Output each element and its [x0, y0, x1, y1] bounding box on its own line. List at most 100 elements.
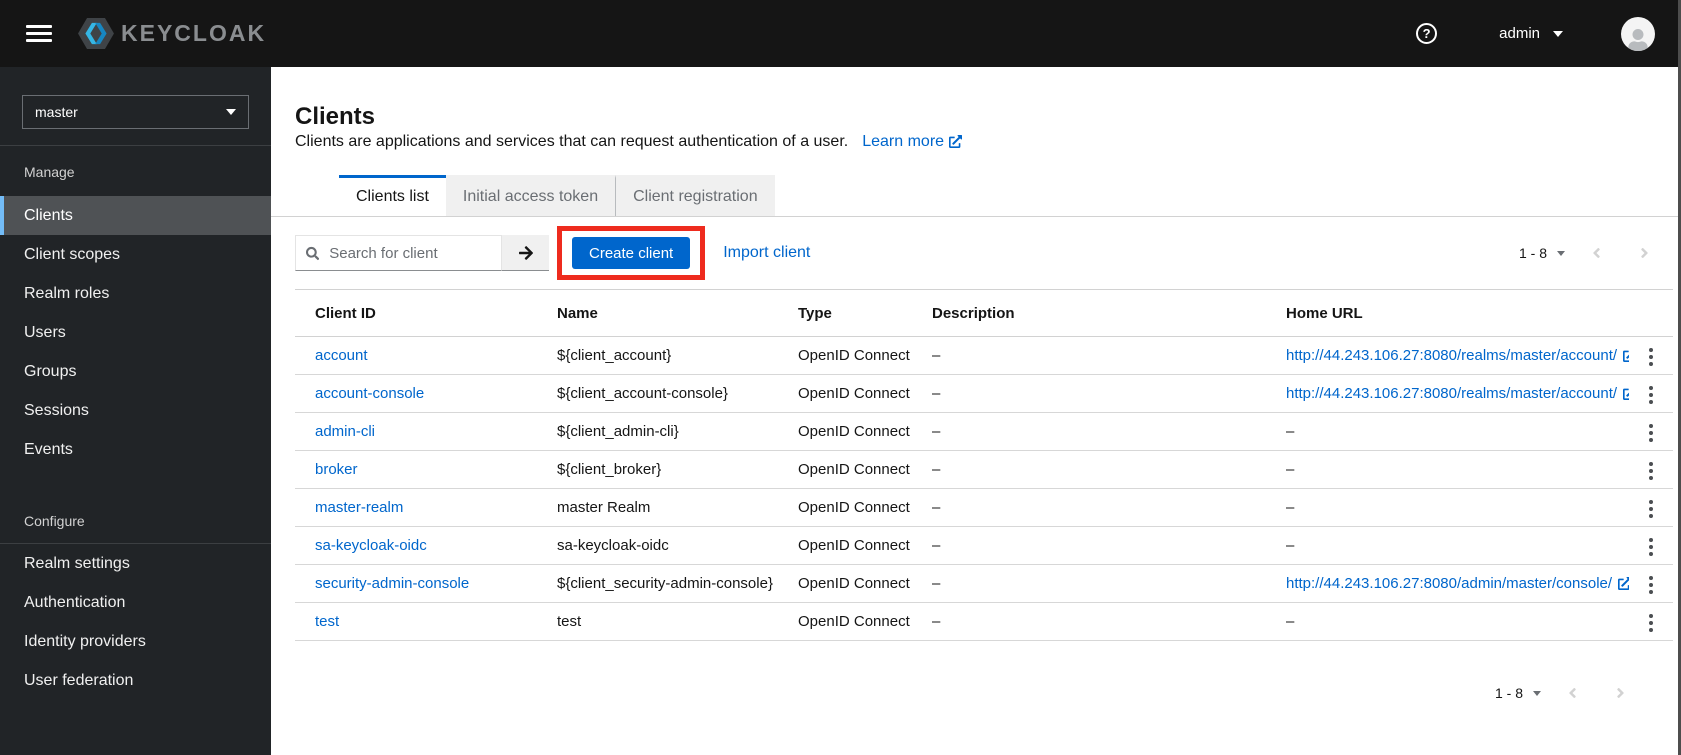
client-description-cell: –	[912, 336, 1266, 375]
client-id-link[interactable]: sa-keycloak-oidc	[315, 537, 427, 554]
client-name-cell: ${client_broker}	[537, 450, 778, 489]
kebab-menu-button[interactable]	[1643, 608, 1659, 638]
client-id-link[interactable]: master-realm	[315, 499, 403, 516]
table-row: sa-keycloak-oidc sa-keycloak-oidc OpenID…	[295, 526, 1673, 565]
table-row: master-realm master Realm OpenID Connect…	[295, 488, 1673, 527]
client-id-link[interactable]: account	[315, 347, 368, 364]
search-submit-button[interactable]	[502, 235, 549, 271]
sidebar-item-realm-roles[interactable]: Realm roles	[0, 274, 271, 313]
tab-client-registration[interactable]: Client registration	[615, 175, 775, 216]
client-type-cell: OpenID Connect	[778, 336, 912, 375]
pagination-prev-button[interactable]	[1579, 245, 1613, 261]
pagination-next-button[interactable]	[1603, 685, 1637, 701]
table-row: admin-cli ${client_admin-cli} OpenID Con…	[295, 412, 1673, 451]
import-client-link[interactable]: Import client	[723, 244, 810, 262]
help-icon[interactable]: ?	[1416, 23, 1438, 44]
chevron-down-icon	[1533, 690, 1541, 696]
home-url-link[interactable]: http://44.243.106.27:8080/realms/master/…	[1286, 347, 1629, 364]
home-url-empty: –	[1286, 613, 1295, 630]
keycloak-hexagon-icon	[78, 18, 114, 49]
tab-initial-access-token[interactable]: Initial access token	[445, 175, 616, 216]
chevron-down-icon	[1553, 30, 1563, 37]
sidebar-item-users[interactable]: Users	[0, 313, 271, 352]
user-menu[interactable]: admin	[1499, 25, 1563, 42]
column-header-client-id: Client ID	[295, 289, 537, 337]
pagination-range: 1 - 8	[1494, 685, 1523, 701]
sidebar-item-identity-providers[interactable]: Identity providers	[0, 622, 271, 661]
sidebar-item-user-federation[interactable]: User federation	[0, 661, 271, 700]
search-input[interactable]	[327, 243, 491, 263]
main-content: Clients Clients are applications and ser…	[271, 67, 1681, 755]
client-type-cell: OpenID Connect	[778, 526, 912, 565]
sidebar-item-clients[interactable]: Clients	[0, 196, 271, 235]
keycloak-logo: KEYCLOAK	[78, 18, 266, 49]
kebab-menu-button[interactable]	[1643, 342, 1659, 372]
client-id-link[interactable]: security-admin-console	[315, 575, 469, 592]
home-url-link[interactable]: http://44.243.106.27:8080/realms/master/…	[1286, 385, 1629, 402]
client-name-cell: ${client_security-admin-console}	[537, 564, 778, 603]
kebab-menu-button[interactable]	[1643, 418, 1659, 448]
home-url-link-text: http://44.243.106.27:8080/realms/master/…	[1286, 347, 1618, 364]
create-client-button[interactable]: Create client	[572, 237, 691, 269]
kebab-menu-button[interactable]	[1643, 532, 1659, 562]
arrow-right-icon	[518, 245, 533, 260]
external-link-icon	[1623, 350, 1629, 362]
client-id-link[interactable]: admin-cli	[315, 423, 375, 440]
pagination-next-button[interactable]	[1627, 245, 1661, 261]
client-description-cell: –	[912, 564, 1266, 603]
kebab-menu-button[interactable]	[1643, 380, 1659, 410]
kebab-menu-button[interactable]	[1643, 570, 1659, 600]
table-row: security-admin-console ${client_security…	[295, 564, 1673, 603]
client-type-cell: OpenID Connect	[778, 374, 912, 413]
client-name-cell: test	[537, 602, 778, 641]
brand-text: KEYCLOAK	[121, 20, 267, 46]
sidebar-item-client-scopes[interactable]: Client scopes	[0, 235, 271, 274]
client-type-cell: OpenID Connect	[778, 412, 912, 451]
learn-more-link[interactable]: Learn more	[862, 131, 963, 152]
masthead: KEYCLOAK ? admin	[0, 0, 1681, 67]
chevron-left-icon	[1568, 687, 1576, 699]
avatar[interactable]	[1621, 16, 1655, 51]
table-row: account ${client_account} OpenID Connect…	[295, 336, 1673, 375]
sidebar-item-realm-settings[interactable]: Realm settings	[0, 544, 271, 583]
column-header-name: Name	[537, 289, 778, 337]
realm-selector[interactable]: master	[22, 95, 249, 129]
kebab-menu-button[interactable]	[1643, 494, 1659, 524]
pagination-range-dropdown[interactable]: 1 - 8	[1519, 245, 1565, 261]
home-url-link[interactable]: http://44.243.106.27:8080/admin/master/c…	[1286, 575, 1629, 592]
home-url-empty: –	[1286, 537, 1295, 554]
sidebar-item-groups[interactable]: Groups	[0, 352, 271, 391]
chevron-right-icon	[1616, 687, 1624, 699]
client-name-cell: ${client_account}	[537, 336, 778, 375]
pagination-range-dropdown[interactable]: 1 - 8	[1495, 685, 1541, 701]
client-description-cell: –	[912, 602, 1266, 641]
nav-group-configure: Configure Realm settings Authentication …	[0, 495, 271, 700]
tab-clients-list[interactable]: Clients list	[339, 175, 446, 216]
sidebar-item-sessions[interactable]: Sessions	[0, 391, 271, 430]
client-name-cell: ${client_account-console}	[537, 374, 778, 413]
nav-group-manage: Manage Clients Client scopes Realm roles…	[0, 146, 271, 469]
client-name-cell: ${client_admin-cli}	[537, 412, 778, 451]
sidebar-item-authentication[interactable]: Authentication	[0, 583, 271, 622]
pagination-prev-button[interactable]	[1555, 685, 1589, 701]
column-header-description: Description	[912, 289, 1266, 337]
page-subtitle-text: Clients are applications and services th…	[295, 133, 849, 150]
table-row: test test OpenID Connect – –	[295, 602, 1673, 641]
client-id-link[interactable]: broker	[315, 461, 358, 478]
client-id-link[interactable]: test	[315, 613, 339, 630]
external-link-icon	[1623, 388, 1629, 400]
external-link-icon	[949, 135, 963, 148]
pagination-bottom: 1 - 8	[295, 685, 1673, 701]
home-url-empty: –	[1286, 461, 1295, 478]
page-header: Clients Clients are applications and ser…	[295, 67, 1673, 152]
kebab-menu-button[interactable]	[1643, 456, 1659, 486]
client-description-cell: –	[912, 374, 1266, 413]
sidebar-item-events[interactable]: Events	[0, 430, 271, 469]
toolbar: Create client Import client 1 - 8	[295, 217, 1673, 289]
client-name-cell: master Realm	[537, 488, 778, 527]
client-id-link[interactable]: account-console	[315, 385, 424, 402]
column-header-type: Type	[778, 289, 912, 337]
hamburger-menu-icon[interactable]	[26, 25, 52, 42]
client-description-cell: –	[912, 412, 1266, 451]
nav-group-title-manage: Manage	[24, 164, 75, 180]
